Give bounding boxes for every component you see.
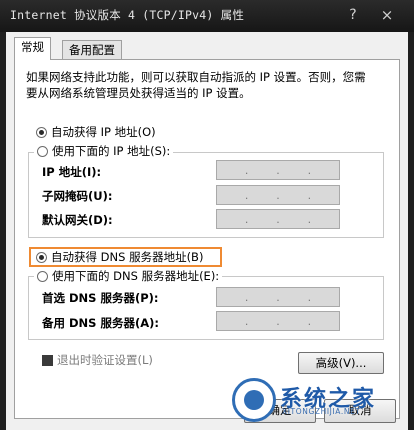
- intro-text: 如果网络支持此功能，则可以获取自动指派的 IP 设置。否则，您需要从网络系统管理…: [26, 70, 366, 100]
- window-title: Internet 协议版本 4 (TCP/IPv4) 属性: [10, 8, 245, 22]
- tab-general[interactable]: 常规: [14, 37, 51, 60]
- alternate-dns-label: 备用 DNS 服务器(A):: [42, 316, 159, 330]
- ip-auto-label: 自动获得 IP 地址(O): [51, 125, 156, 139]
- default-gateway-input[interactable]: ...: [216, 209, 340, 229]
- ip-auto-option[interactable]: 自动获得 IP 地址(O): [36, 124, 156, 140]
- default-gateway-label: 默认网关(D):: [42, 213, 113, 227]
- advanced-button[interactable]: 高级(V)...: [298, 352, 384, 374]
- ip-auto-radio[interactable]: [36, 126, 47, 138]
- ip-manual-radio[interactable]: [37, 145, 48, 157]
- preferred-dns-input[interactable]: ...: [216, 287, 340, 307]
- dialog-body: 常规 备用配置 如果网络支持此功能，则可以获取自动指派的 IP 设置。否则，您需…: [6, 32, 408, 430]
- dns-manual-label: 使用下面的 DNS 服务器地址(E):: [52, 269, 220, 283]
- alternate-dns-input[interactable]: ...: [216, 311, 340, 331]
- preferred-dns-label: 首选 DNS 服务器(P):: [42, 291, 159, 305]
- dns-auto-radio[interactable]: [36, 251, 47, 263]
- ip-manual-option[interactable]: 使用下面的 IP 地址(S):: [34, 143, 174, 159]
- ip-address-input[interactable]: ...: [216, 160, 340, 180]
- dns-manual-option[interactable]: 使用下面的 DNS 服务器地址(E):: [34, 268, 223, 284]
- tab-alternate-configuration[interactable]: 备用配置: [62, 40, 122, 60]
- help-button[interactable]: ?: [344, 6, 362, 24]
- dns-auto-option[interactable]: 自动获得 DNS 服务器地址(B): [36, 249, 203, 265]
- dns-manual-radio[interactable]: [37, 270, 48, 282]
- validate-on-exit-label: 退出时验证设置(L): [57, 353, 153, 367]
- ip-manual-label: 使用下面的 IP 地址(S):: [52, 144, 171, 158]
- close-button[interactable]: ×: [378, 6, 396, 24]
- watermark-logo-icon: [232, 378, 276, 422]
- subnet-mask-label: 子网掩码(U):: [42, 189, 113, 203]
- validate-on-exit-checkbox[interactable]: [42, 355, 53, 366]
- watermark-url: XITONGZHIJIA.NET: [282, 407, 361, 416]
- title-bar: Internet 协议版本 4 (TCP/IPv4) 属性 ? ×: [0, 0, 414, 32]
- subnet-mask-input[interactable]: ...: [216, 185, 340, 205]
- dns-auto-label: 自动获得 DNS 服务器地址(B): [51, 250, 204, 264]
- ip-address-label: IP 地址(I):: [42, 165, 102, 179]
